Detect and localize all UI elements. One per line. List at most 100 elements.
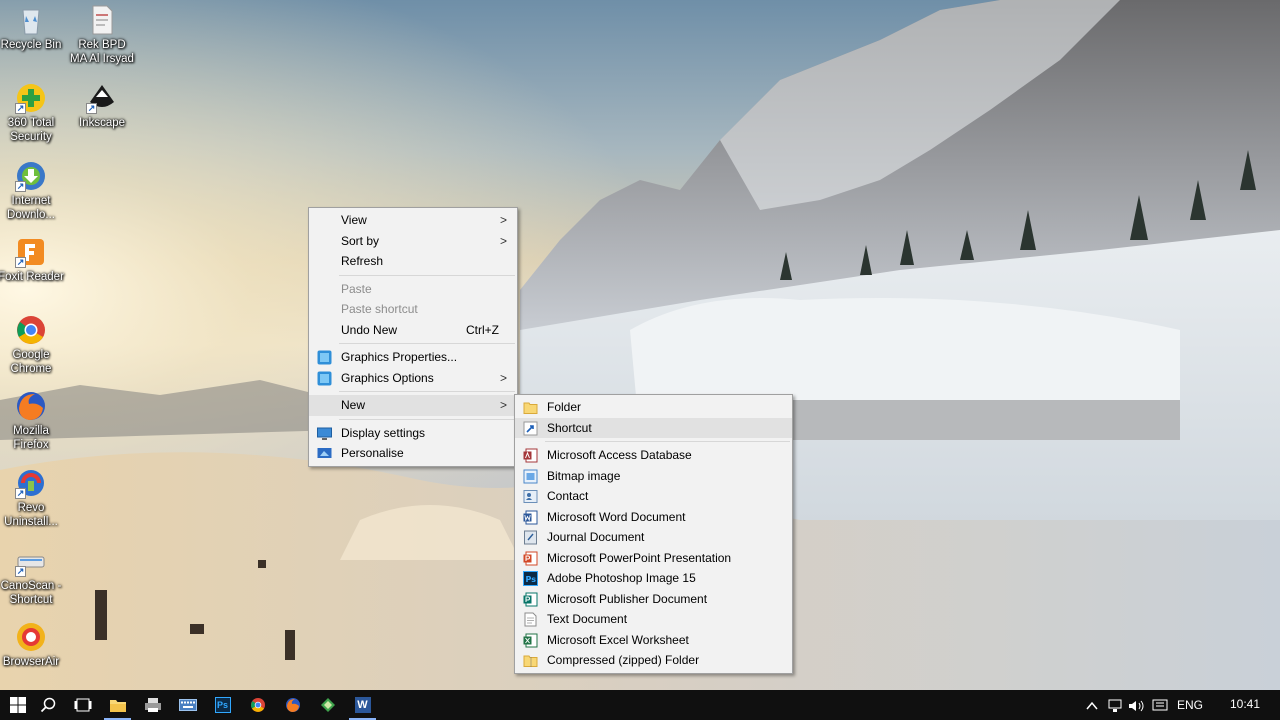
network-icon — [1108, 699, 1122, 712]
menu-item-graphics-properties[interactable]: Graphics Properties... — [309, 347, 517, 368]
intel-graphics-icon — [317, 371, 332, 386]
desktop-icon-360-total-security[interactable]: ↗ 360 Total Security — [0, 82, 64, 144]
menu-item-label: Paste — [341, 281, 372, 296]
desktop-icon-internet-download-manager[interactable]: ↗ Internet Downlo... — [0, 160, 64, 222]
menu-item-personalise[interactable]: Personalise — [309, 443, 517, 464]
volume-tray-button[interactable] — [1128, 690, 1146, 720]
zip-icon — [523, 653, 538, 668]
action-center-button[interactable] — [1152, 690, 1168, 720]
menu-item-new[interactable]: New > — [309, 395, 517, 416]
photoshop-icon: Ps — [523, 571, 538, 586]
menu-item-label: Refresh — [341, 254, 384, 268]
menu-item-new-folder[interactable]: Folder — [515, 397, 792, 418]
desktop-icon-canoscan[interactable]: ↗ CanoScan - Shortcut — [0, 545, 64, 607]
menu-item-label: Paste shortcut — [341, 302, 418, 316]
menu-item-new-text[interactable]: Text Document — [515, 609, 792, 630]
desktop-context-menu: View > Sort by > Refresh Paste Paste sho… — [308, 207, 518, 467]
taskbar-keyboard[interactable] — [170, 690, 205, 720]
menu-item-refresh[interactable]: Refresh — [309, 251, 517, 272]
menu-item-graphics-options[interactable]: Graphics Options > — [309, 368, 517, 389]
folder-icon — [109, 699, 126, 712]
shortcut-arrow-icon: ↗ — [15, 488, 26, 499]
menu-item-new-zip[interactable]: Compressed (zipped) Folder — [515, 650, 792, 671]
desktop-icon-revo-uninstaller[interactable]: ↗ Revo Uninstall... — [0, 467, 64, 529]
network-tray-button[interactable] — [1106, 690, 1124, 720]
menu-item-label: Shortcut — [547, 420, 592, 435]
desktop-icon-browserair[interactable]: BrowserAir — [0, 621, 64, 669]
foxit-reader-icon: ↗ — [15, 236, 47, 268]
desktop-icon-recycle-bin[interactable]: Recycle Bin — [0, 4, 64, 52]
menu-item-sort-by[interactable]: Sort by > — [309, 231, 517, 252]
menu-separator — [339, 391, 515, 392]
desktop-icon-inkscape[interactable]: ↗ Inkscape — [69, 82, 135, 130]
menu-item-new-access[interactable]: Microsoft Access Database — [515, 445, 792, 466]
taskbar-chrome[interactable] — [240, 690, 275, 720]
menu-item-new-contact[interactable]: Contact — [515, 486, 792, 507]
shortcut-arrow-icon: ↗ — [15, 103, 26, 114]
menu-item-new-photoshop[interactable]: Ps Adobe Photoshop Image 15 — [515, 568, 792, 589]
menu-item-display-settings[interactable]: Display settings — [309, 423, 517, 444]
menu-item-label: Adobe Photoshop Image 15 — [547, 571, 696, 585]
taskbar-green-app[interactable] — [310, 690, 345, 720]
menu-item-new-publisher[interactable]: Microsoft Publisher Document — [515, 589, 792, 610]
menu-item-new-journal[interactable]: Journal Document — [515, 527, 792, 548]
desktop-icon-foxit-reader[interactable]: ↗ Foxit Reader — [0, 236, 64, 284]
excel-icon — [523, 633, 538, 648]
task-view-button[interactable] — [65, 690, 100, 720]
menu-item-view[interactable]: View > — [309, 210, 517, 231]
publisher-icon — [523, 592, 538, 607]
powerpoint-icon — [523, 551, 538, 566]
task-view-icon — [74, 698, 91, 712]
svg-text:Ps: Ps — [526, 575, 537, 584]
clock[interactable]: 10:41 — [1230, 690, 1260, 720]
desktop-icon-label: Revo Uninstall... — [4, 502, 58, 528]
menu-item-new-shortcut[interactable]: Shortcut — [515, 417, 792, 438]
photoshop-icon: Ps — [214, 697, 231, 713]
folder-icon — [523, 400, 538, 415]
text-icon — [523, 612, 538, 627]
taskbar-printer[interactable] — [135, 690, 170, 720]
taskbar-firefox[interactable] — [275, 690, 310, 720]
browserair-icon — [15, 621, 47, 653]
language-indicator[interactable]: ENG — [1177, 690, 1203, 720]
chrome-icon — [250, 698, 265, 712]
word-icon: W — [354, 697, 371, 713]
shortcut-arrow-icon: ↗ — [86, 103, 97, 114]
menu-item-new-bitmap[interactable]: Bitmap image — [515, 466, 792, 487]
desktop-icon-label: Rek BPD MA Al Irsyad — [70, 39, 134, 65]
desktop-icon-label: Mozilla Firefox — [13, 425, 49, 451]
desktop-icon-label: Internet Downlo... — [7, 195, 55, 221]
menu-item-label: Contact — [547, 489, 589, 503]
recycle-bin-icon — [15, 4, 47, 36]
menu-item-label: Graphics Properties... — [341, 350, 458, 364]
show-hidden-icons-button[interactable] — [1086, 690, 1098, 720]
menu-item-paste-shortcut: Paste shortcut — [309, 299, 517, 320]
desktop-icon-label: CanoScan - Shortcut — [0, 580, 62, 606]
bitmap-icon — [523, 469, 538, 484]
journal-icon — [523, 530, 538, 545]
keyboard-shortcut: Ctrl+Z — [466, 322, 499, 337]
notification-icon — [1152, 699, 1168, 711]
menu-item-label: New — [341, 398, 366, 412]
desktop-icon-google-chrome[interactable]: Google Chrome — [0, 314, 64, 376]
new-file-types-list: Microsoft Access Database Bitmap image Con… — [515, 445, 792, 671]
menu-item-label: Display settings — [341, 425, 426, 440]
menu-item-new-word[interactable]: Microsoft Word Document — [515, 507, 792, 528]
menu-item-undo-new[interactable]: Undo New Ctrl+Z — [309, 320, 517, 341]
taskbar-file-explorer[interactable] — [100, 690, 135, 720]
desktop[interactable]: Recycle Bin Rek BPD MA Al Irsyad ↗ 360 T… — [0, 0, 1280, 690]
desktop-icon-label: Inkscape — [78, 117, 126, 129]
desktop-icon-rek-bpd[interactable]: Rek BPD MA Al Irsyad — [69, 4, 135, 66]
menu-item-new-powerpoint[interactable]: Microsoft PowerPoint Presentation — [515, 548, 792, 569]
shortcut-arrow-icon: ↗ — [15, 566, 26, 577]
chrome-icon — [15, 314, 47, 346]
inkscape-icon: ↗ — [86, 82, 118, 114]
menu-item-label: Undo New — [341, 322, 398, 337]
search-button[interactable] — [30, 690, 65, 720]
taskbar-word[interactable]: W — [345, 690, 380, 720]
menu-item-new-excel[interactable]: Microsoft Excel Worksheet — [515, 630, 792, 651]
desktop-icon-mozilla-firefox[interactable]: Mozilla Firefox — [0, 390, 64, 452]
chevron-right-icon: > — [499, 370, 507, 385]
taskbar-photoshop[interactable]: Ps — [205, 690, 240, 720]
desktop-icon-label: Google Chrome — [10, 349, 52, 375]
